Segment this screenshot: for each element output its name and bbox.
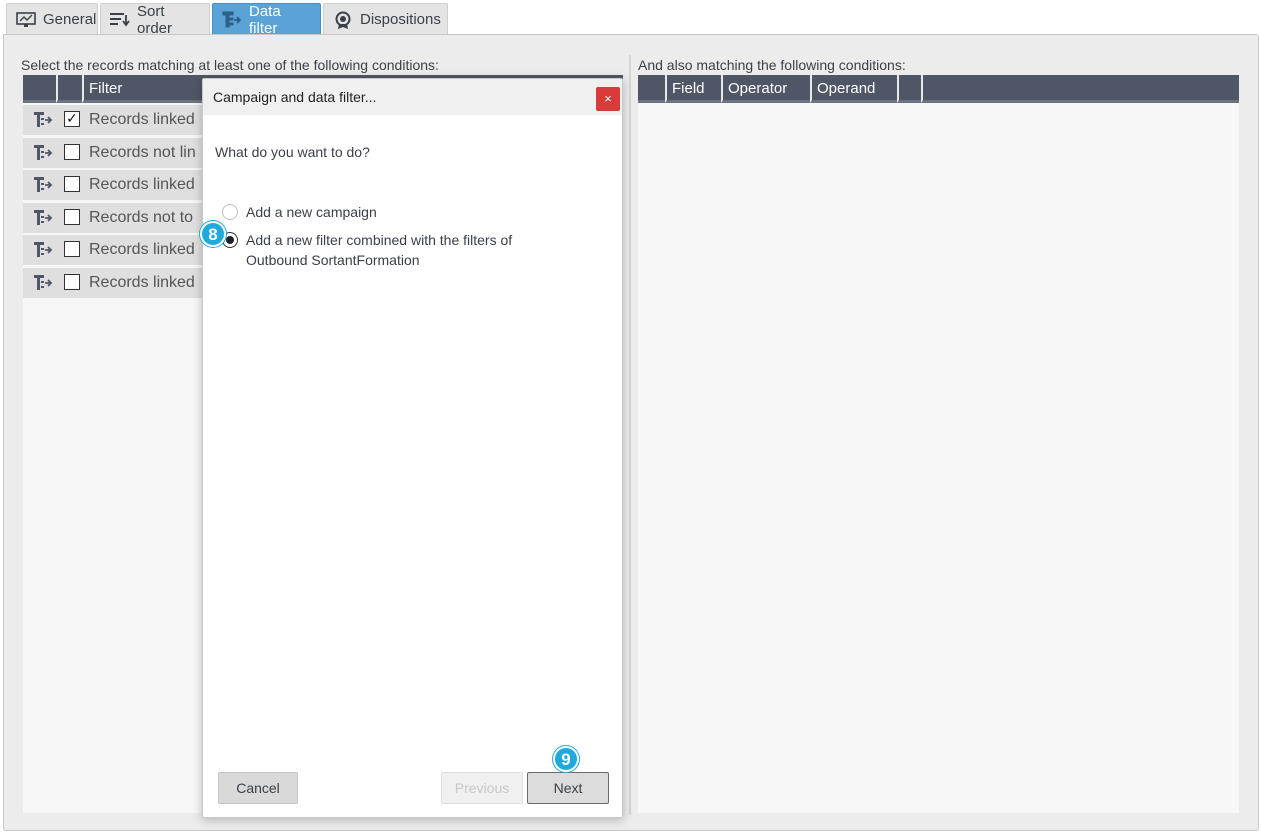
filter-icon — [221, 11, 243, 29]
tab-dispositions-label: Dispositions — [360, 11, 441, 28]
radio-add-filter-label[interactable]: Add a new filter combined with the filte… — [246, 230, 512, 250]
badge-icon — [332, 11, 354, 29]
tab-general[interactable]: General — [6, 3, 98, 35]
filter-rule-icon — [32, 274, 54, 292]
tab-sort-order[interactable]: Sort order — [100, 2, 210, 37]
dialog-title-bar[interactable]: Campaign and data filter... × — [203, 79, 622, 115]
operand-column-header[interactable]: Operand — [810, 75, 897, 103]
filter-rule-icon — [32, 241, 54, 259]
filter-rule-icon — [32, 144, 54, 162]
monitor-icon — [15, 11, 37, 29]
tab-dispositions[interactable]: Dispositions — [323, 3, 448, 35]
next-button[interactable]: Next — [527, 772, 609, 804]
row-label: Records linked — [89, 176, 195, 193]
cancel-button[interactable]: Cancel — [218, 772, 298, 804]
row-checkbox[interactable] — [64, 176, 80, 192]
close-button[interactable]: × — [596, 87, 620, 111]
icon-column-header[interactable] — [23, 75, 56, 103]
row-checkbox[interactable] — [64, 274, 80, 290]
tab-general-label: General — [43, 11, 97, 28]
dialog-question: What do you want to do? — [215, 144, 370, 160]
radio-add-campaign[interactable] — [222, 204, 238, 220]
tab-data-filter-label: Data filter — [249, 2, 281, 37]
tab-data-filter[interactable]: Data filter — [212, 2, 321, 37]
row-marker-column-header[interactable] — [638, 75, 665, 103]
radio-add-campaign-label[interactable]: Add a new campaign — [246, 202, 377, 222]
filler-column-header — [921, 75, 1239, 103]
check-column-header[interactable] — [56, 75, 82, 103]
data-filter-panel: Select the records matching at least one… — [3, 34, 1259, 831]
tab-bar: General Sort order Data filter Dispositi… — [0, 0, 1261, 37]
tab-sort-order-label: Sort order — [137, 2, 173, 37]
radio-add-filter-label-line2[interactable]: Outbound SortantFormation — [246, 250, 420, 270]
filter-rule-icon — [32, 176, 54, 194]
row-label: Records linked — [89, 111, 195, 128]
step-badge-8: 8 — [200, 221, 226, 247]
dialog-title: Campaign and data filter... — [213, 89, 377, 105]
left-caption: Select the records matching at least one… — [21, 57, 439, 73]
row-checkbox[interactable] — [64, 144, 80, 160]
row-checkbox[interactable] — [64, 209, 80, 225]
row-label: Records linked — [89, 241, 195, 258]
row-label: Records linked — [89, 274, 195, 291]
row-checkbox[interactable]: ✓ — [64, 111, 80, 127]
conditions-header: Field Operator Operand — [638, 75, 1239, 103]
operator-column-header[interactable]: Operator — [721, 75, 810, 103]
extra-column-header[interactable] — [897, 75, 921, 103]
conditions-list: Field Operator Operand — [638, 75, 1239, 813]
filter-rule-icon — [32, 111, 54, 129]
row-checkbox[interactable] — [64, 241, 80, 257]
previous-button[interactable]: Previous — [441, 772, 523, 804]
field-column-header[interactable]: Field — [665, 75, 721, 103]
filter-rule-icon — [32, 209, 54, 227]
splitter[interactable] — [629, 55, 631, 815]
campaign-filter-dialog: Campaign and data filter... × What do yo… — [202, 78, 623, 818]
row-label: Records not lin — [89, 144, 196, 161]
sort-icon — [109, 11, 131, 29]
row-label: Records not to — [89, 209, 194, 226]
step-badge-9: 9 — [553, 746, 579, 772]
right-caption: And also matching the following conditio… — [638, 57, 906, 73]
